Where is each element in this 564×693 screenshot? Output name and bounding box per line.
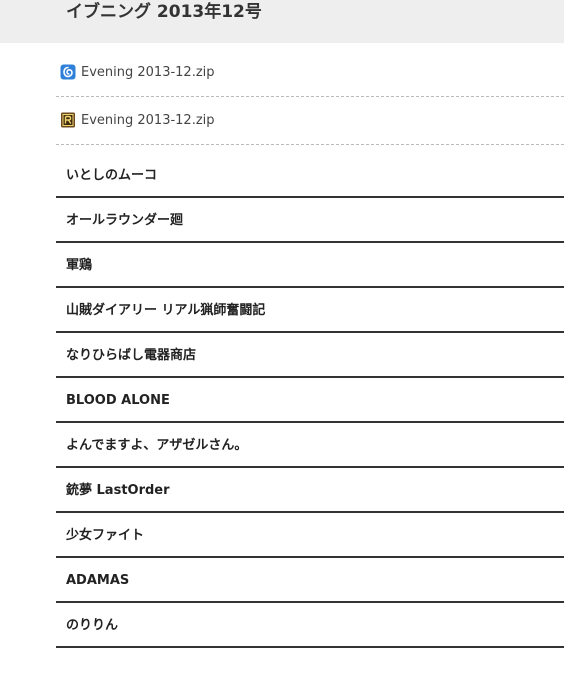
chapter-item[interactable]: BLOOD ALONE xyxy=(56,378,564,423)
chapter-item[interactable]: なりひらばし電器商店 xyxy=(56,333,564,378)
cloud-download-icon xyxy=(60,64,76,80)
download-list: Evening 2013-12.zip Evening 2013-12.zip xyxy=(56,49,564,145)
download-link-cloud[interactable]: Evening 2013-12.zip xyxy=(56,49,564,97)
chapter-item[interactable]: 軍鶏 xyxy=(56,243,564,288)
chapter-title: なりひらばし電器商店 xyxy=(66,348,197,363)
chapter-title: オールラウンダー廻 xyxy=(66,213,184,228)
chapter-title: いとしのムーコ xyxy=(66,168,158,183)
download-filename: Evening 2013-12.zip xyxy=(81,65,215,80)
chapter-item[interactable]: よんでますよ、アザゼルさん。 xyxy=(56,423,564,468)
chapter-title: BLOOD ALONE xyxy=(66,393,170,408)
chapter-item[interactable]: 少女ファイト xyxy=(56,513,564,558)
chapter-item[interactable]: オールラウンダー廻 xyxy=(56,198,564,243)
chapter-title: ADAMAS xyxy=(66,573,130,588)
chapter-item[interactable]: のりりん xyxy=(56,603,564,648)
chapter-title: のりりん xyxy=(66,618,119,633)
download-filename: Evening 2013-12.zip xyxy=(81,113,215,128)
chapter-item[interactable]: いとしのムーコ xyxy=(56,153,564,198)
chapter-list: いとしのムーコ オールラウンダー廻 軍鶏 山賊ダイアリー リアル猟師奮闘記 なり… xyxy=(56,153,564,648)
chapter-title: 山賊ダイアリー リアル猟師奮闘記 xyxy=(66,303,266,318)
chapter-item[interactable]: ADAMAS xyxy=(56,558,564,603)
rar-archive-icon xyxy=(61,112,75,128)
chapter-title: 少女ファイト xyxy=(66,528,145,543)
chapter-title: 銃夢 LastOrder xyxy=(66,483,170,498)
chapter-title: よんでますよ、アザゼルさん。 xyxy=(66,438,248,453)
chapter-title: 軍鶏 xyxy=(66,258,93,273)
page-title: イブニング 2013年12号 xyxy=(66,2,262,22)
chapter-item[interactable]: 銃夢 LastOrder xyxy=(56,468,564,513)
download-link-rar[interactable]: Evening 2013-12.zip xyxy=(56,97,564,145)
page-header: イブニング 2013年12号 xyxy=(0,0,564,43)
chapter-item[interactable]: 山賊ダイアリー リアル猟師奮闘記 xyxy=(56,288,564,333)
